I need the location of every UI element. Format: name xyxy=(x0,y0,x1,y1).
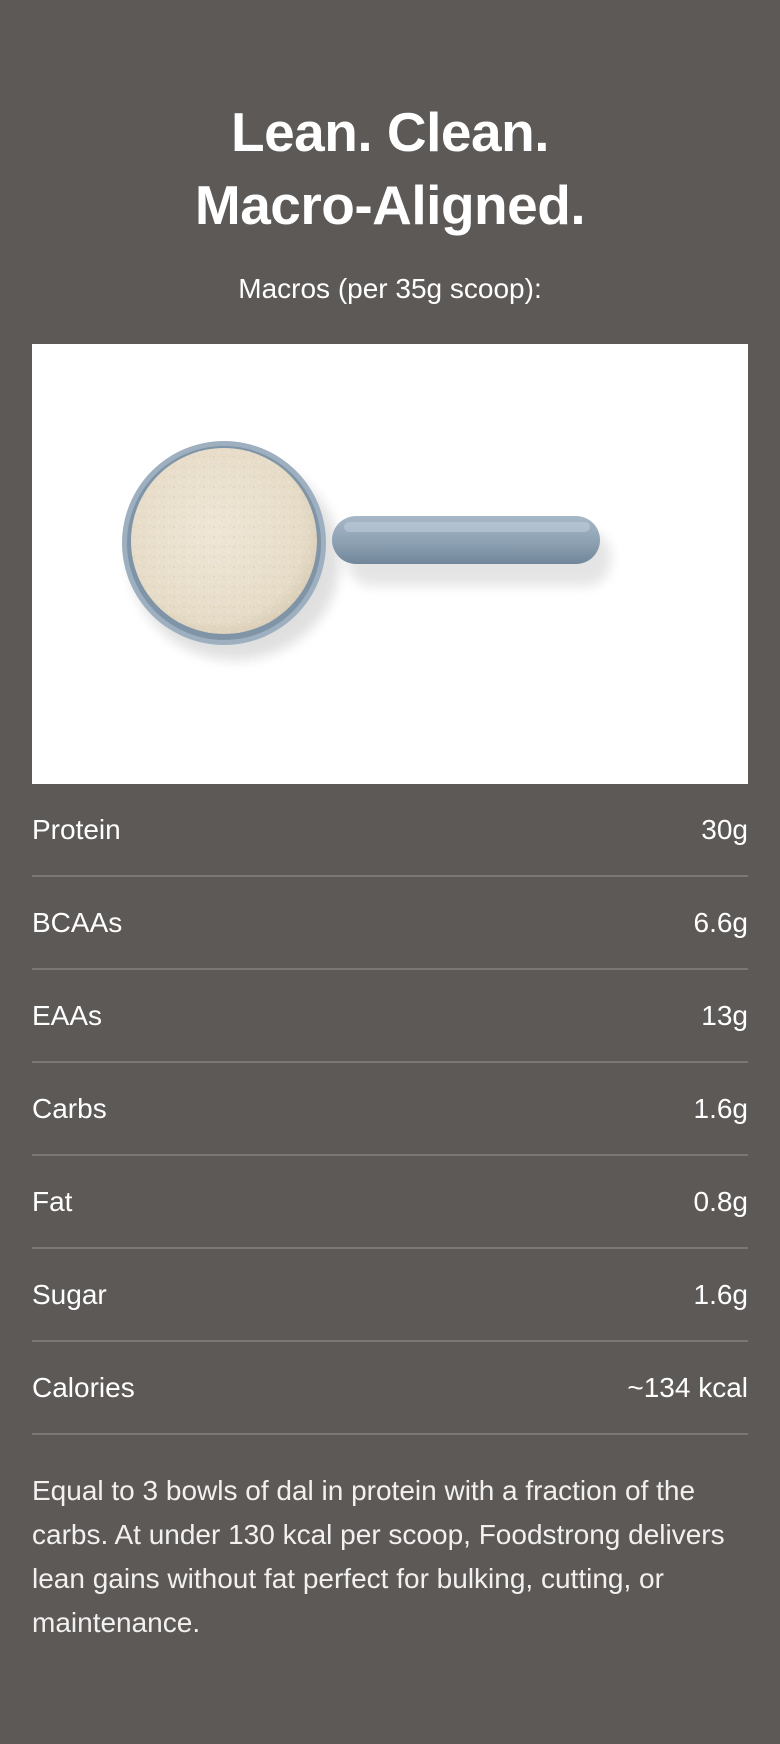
macros-subtitle: Macros (per 35g scoop): xyxy=(238,273,542,304)
macro-value: 1.6g xyxy=(693,1278,749,1310)
macro-row-eaas: EAAs 13g xyxy=(32,970,748,1063)
macro-row-sugar: Sugar 1.6g xyxy=(32,1249,748,1342)
macro-label: Protein xyxy=(32,813,121,845)
section-title: Lean. Clean. Macro-Aligned. xyxy=(0,96,780,242)
macro-row-carbs: Carbs 1.6g xyxy=(32,1063,748,1156)
macro-label: Carbs xyxy=(32,1092,107,1124)
macro-row-calories: Calories ~134 kcal xyxy=(32,1342,748,1435)
macro-value: 6.6g xyxy=(693,906,749,938)
macro-row-fat: Fat 0.8g xyxy=(32,1156,748,1249)
macro-value: 30g xyxy=(701,813,748,845)
title-line-2: Macro-Aligned. xyxy=(194,174,586,236)
macro-label: EAAs xyxy=(32,999,103,1031)
product-image-panel xyxy=(32,344,748,784)
macro-label: Sugar xyxy=(32,1278,107,1310)
macro-row-protein: Protein 30g xyxy=(32,784,748,877)
macros-description: Equal to 3 bowls of dal in protein with … xyxy=(32,1475,725,1638)
macros-section: Lean. Clean. Macro-Aligned. Macros (per … xyxy=(0,0,780,1744)
macro-label: BCAAs xyxy=(32,906,123,938)
macro-value: 13g xyxy=(701,999,748,1031)
macro-value: 1.6g xyxy=(693,1092,749,1124)
macro-row-bcaas: BCAAs 6.6g xyxy=(32,877,748,970)
macro-label: Fat xyxy=(32,1185,73,1217)
macro-label: Calories xyxy=(32,1371,135,1403)
macro-value: 0.8g xyxy=(693,1185,749,1217)
macro-value: ~134 kcal xyxy=(627,1371,748,1403)
protein-scoop-icon xyxy=(122,441,611,660)
macro-list: Protein 30g BCAAs 6.6g EAAs 13g Carbs 1.… xyxy=(32,784,748,1435)
title-line-1: Lean. Clean. xyxy=(231,101,549,163)
